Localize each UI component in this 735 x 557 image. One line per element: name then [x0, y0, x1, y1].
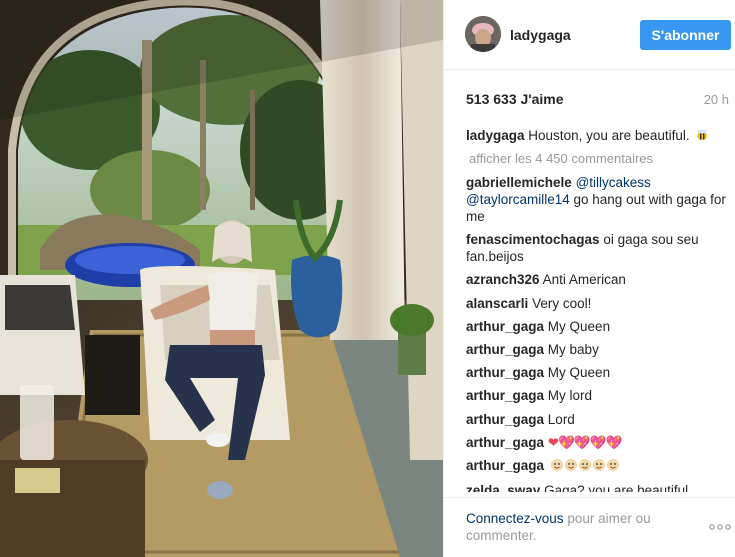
comments-list: gabriellemichele @tillycakess @taylorcam… — [466, 174, 728, 492]
post-header: ladygaga S'abonner — [444, 0, 735, 70]
comment-username[interactable]: arthur_gaga — [466, 342, 544, 357]
comment-item: azranch326 Anti American — [466, 271, 728, 288]
comment-item: arthur_gaga My Queen — [466, 364, 728, 381]
comment-item: arthur_gaga Lord — [466, 411, 728, 428]
hearts-icon: ❤💖💖💖💖 — [547, 434, 623, 450]
avatar[interactable] — [465, 16, 501, 52]
comment-text: My baby — [547, 341, 599, 357]
comment-username[interactable]: fenascimentochagas — [466, 232, 600, 247]
comment-username[interactable]: alanscarli — [466, 296, 528, 311]
login-prompt: Connectez-vous pour aimer ou commenter. — [466, 510, 686, 544]
comment-item: arthur_gaga My baby — [466, 341, 728, 358]
comment-mention[interactable]: @tillycakess — [576, 175, 651, 190]
sparkle-faces-icon — [550, 458, 622, 476]
username-link[interactable]: ladygaga — [510, 27, 571, 43]
comment-username[interactable]: arthur_gaga — [466, 458, 544, 473]
comment-text: Very cool! — [532, 295, 592, 311]
comment-item: zelda_sway Gaga? you are beautiful — [466, 482, 728, 492]
ellipsis-icon[interactable] — [709, 519, 731, 530]
caption-username[interactable]: ladygaga — [466, 128, 525, 143]
post-sidebar: ladygaga S'abonner 513 633 J'aime 20 h l… — [443, 0, 735, 557]
comment-text: Anti American — [542, 272, 626, 288]
comment-item: fenascimentochagas oi gaga sou seu fan.b… — [466, 231, 728, 265]
comment-username[interactable]: arthur_gaga — [466, 388, 544, 403]
post-time[interactable]: 20 h — [704, 92, 729, 107]
comment-username[interactable]: arthur_gaga — [466, 435, 544, 450]
avatar-image — [465, 16, 501, 52]
comment-item: arthur_gaga My lord — [466, 387, 728, 404]
post-footer: Connectez-vous pour aimer ou commenter. — [444, 497, 735, 557]
comment-text: My Queen — [547, 365, 611, 381]
comment-item: alanscarli Very cool! — [466, 295, 728, 312]
bee-icon — [695, 128, 709, 147]
comment-username[interactable]: arthur_gaga — [466, 319, 544, 334]
photo-illustration — [0, 0, 443, 557]
comment-text: Gaga? you are beautiful — [544, 483, 689, 492]
comment-username[interactable]: azranch326 — [466, 272, 540, 287]
comment-text: My lord — [547, 388, 593, 404]
comment-item: arthur_gaga My Queen — [466, 318, 728, 335]
comment-text: My Queen — [547, 318, 611, 334]
view-all-comments-link[interactable]: afficher les 4 450 commentaires — [469, 151, 653, 166]
comment-username[interactable]: arthur_gaga — [466, 365, 544, 380]
comment-username[interactable]: zelda_sway — [466, 483, 540, 492]
caption-text: Houston, you are beautiful. — [528, 128, 690, 143]
likes-count[interactable]: 513 633 J'aime — [466, 91, 564, 107]
comment-item: gabriellemichele @tillycakess @taylorcam… — [466, 174, 728, 225]
comment-item: arthur_gaga — [466, 457, 728, 476]
comment-mention[interactable]: @taylorcamille14 — [466, 192, 570, 207]
follow-button[interactable]: S'abonner — [640, 20, 731, 50]
post-caption: ladygaga Houston, you are beautiful. — [466, 126, 728, 147]
comment-username[interactable]: arthur_gaga — [466, 412, 544, 427]
comment-item: arthur_gaga ❤💖💖💖💖 — [466, 434, 728, 451]
login-link[interactable]: Connectez-vous — [466, 511, 564, 526]
comment-username[interactable]: gabriellemichele — [466, 175, 572, 190]
comment-text: Lord — [547, 411, 575, 427]
post-photo[interactable] — [0, 0, 443, 557]
